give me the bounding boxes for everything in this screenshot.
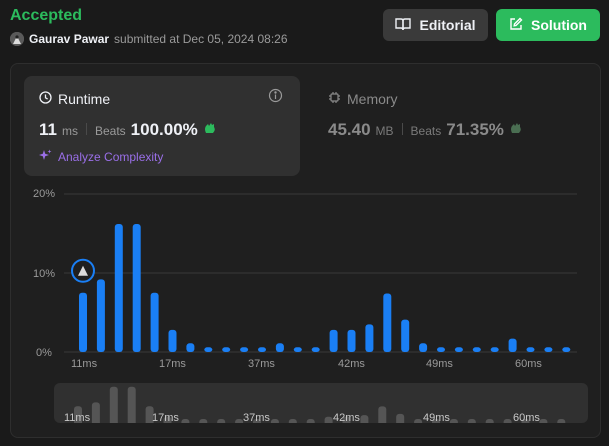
runtime-bar[interactable] — [562, 347, 571, 352]
runtime-bar[interactable] — [419, 343, 428, 352]
minimap-bar — [127, 386, 136, 423]
runtime-bar[interactable] — [240, 347, 249, 352]
minimap-bar — [539, 419, 548, 423]
x-tick-label: 37ms — [248, 358, 275, 370]
runtime-bar[interactable] — [96, 279, 105, 352]
minimap-tick-label: 42ms — [333, 412, 360, 424]
minimap-bar — [217, 419, 226, 423]
minimap-bar — [181, 419, 190, 423]
minimap-bar — [360, 415, 369, 423]
runtime-bar[interactable] — [437, 347, 445, 352]
x-tick-label: 42ms — [338, 358, 365, 370]
runtime-bar[interactable] — [544, 347, 553, 352]
minimap-tick-label: 37ms — [243, 412, 270, 424]
runtime-bar[interactable] — [383, 293, 392, 352]
minimap-bar — [449, 419, 458, 423]
runtime-bar[interactable] — [311, 347, 320, 352]
runtime-bar[interactable] — [150, 292, 159, 352]
runtime-bar[interactable] — [365, 324, 374, 352]
minimap-tick-label: 49ms — [423, 412, 450, 424]
x-tick-label: 11ms — [71, 358, 98, 370]
minimap-bar — [485, 419, 494, 423]
x-tick-label: 60ms — [515, 358, 542, 370]
minimap-bar — [270, 419, 279, 423]
runtime-bar[interactable] — [401, 319, 410, 352]
runtime-bar[interactable] — [114, 224, 123, 352]
runtime-bar[interactable] — [347, 329, 356, 352]
minimap-bar — [467, 419, 476, 423]
runtime-bar[interactable] — [275, 343, 284, 352]
minimap-bar — [396, 413, 405, 423]
minimap-bar — [306, 419, 315, 423]
minimap-bar — [378, 406, 387, 423]
minimap-bar — [235, 419, 244, 423]
runtime-bar[interactable] — [168, 329, 177, 352]
runtime-bar[interactable] — [508, 338, 517, 352]
minimap-bar — [109, 386, 118, 423]
runtime-bar[interactable] — [472, 347, 481, 352]
x-tick-label: 17ms — [159, 358, 186, 370]
minimap-bar — [91, 402, 100, 423]
minimap-bar — [324, 416, 333, 423]
your-submission-marker[interactable] — [71, 258, 95, 283]
minimap-tick-label: 17ms — [152, 412, 179, 424]
runtime-bar[interactable] — [490, 347, 499, 352]
runtime-bar[interactable] — [329, 329, 338, 352]
minimap-bar — [414, 419, 423, 423]
minimap-bar — [199, 419, 208, 423]
runtime-bar[interactable] — [186, 343, 195, 352]
minimap-bar — [503, 419, 512, 423]
runtime-bar[interactable] — [293, 347, 302, 352]
runtime-bar[interactable] — [132, 224, 141, 352]
minimap-tick-label: 11ms — [64, 412, 91, 424]
runtime-bar[interactable] — [526, 347, 535, 352]
minimap-tick-label: 60ms — [513, 412, 540, 424]
runtime-bar[interactable] — [454, 347, 463, 352]
runtime-bar[interactable] — [204, 347, 213, 352]
range-selector[interactable] — [54, 383, 588, 423]
x-tick-label: 49ms — [426, 358, 453, 370]
minimap-chart — [74, 386, 566, 423]
runtime-distribution-chart — [64, 193, 577, 353]
minimap-bar — [288, 419, 297, 423]
minimap-bar — [557, 419, 566, 423]
runtime-bar[interactable] — [258, 347, 266, 352]
runtime-bar[interactable] — [222, 347, 231, 352]
runtime-bar[interactable] — [79, 292, 87, 352]
